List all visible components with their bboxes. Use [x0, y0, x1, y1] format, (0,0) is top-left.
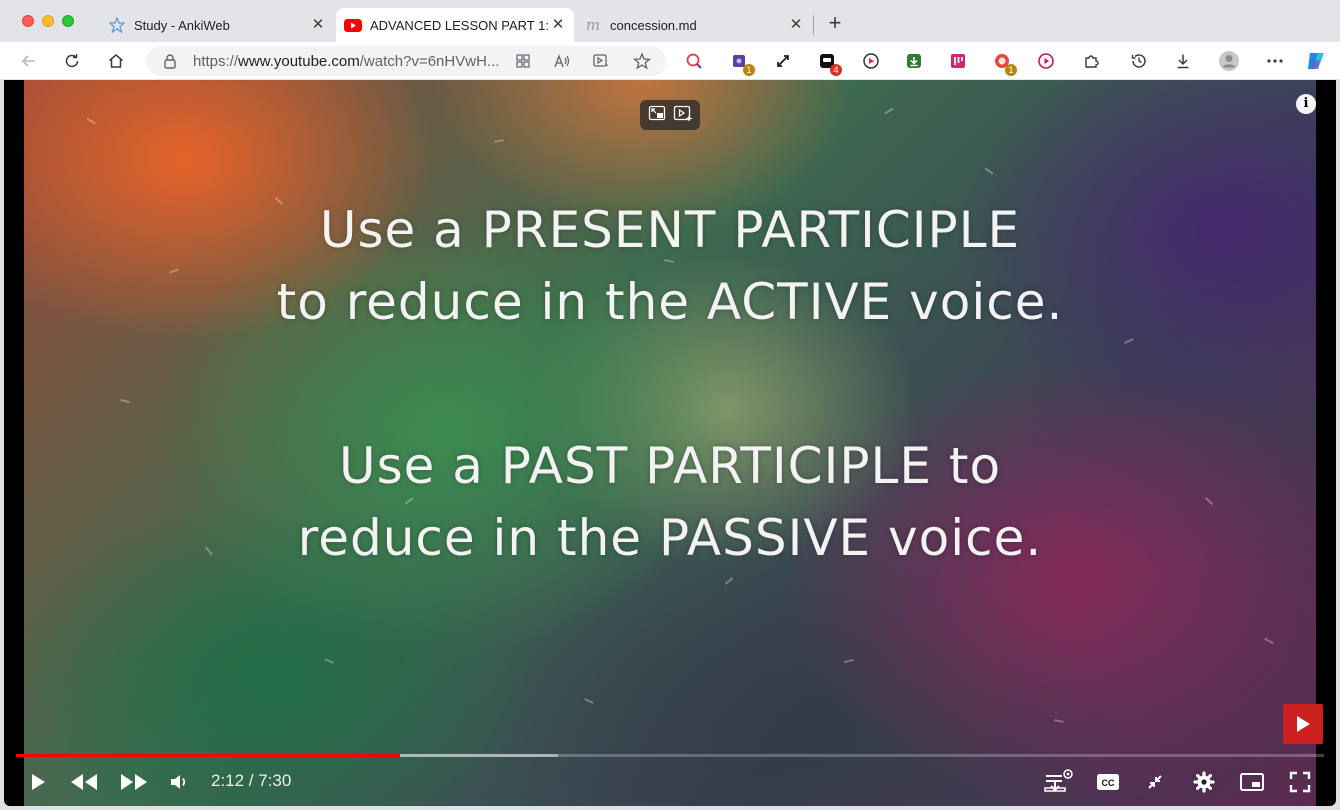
tab-concession-md[interactable]: m concession.md ✕	[576, 8, 812, 42]
tab-title: Study - AnkiWeb	[134, 17, 230, 33]
video-info-icon[interactable]: i	[1296, 94, 1316, 114]
new-tab-button[interactable]: +	[824, 12, 846, 35]
fullscreen-icon[interactable]	[1282, 764, 1318, 800]
autoplay-settings-icon[interactable]	[1040, 764, 1076, 800]
history-icon[interactable]	[1128, 50, 1150, 72]
seek-back-icon[interactable]	[66, 764, 102, 800]
tab-separator	[813, 15, 814, 35]
seek-forward-icon[interactable]	[116, 764, 152, 800]
address-bar[interactable]: https://www.youtube.com/watch?v=6nHVwH..…	[146, 46, 666, 76]
extensions-puzzle-icon[interactable]	[1080, 50, 1102, 72]
back-arrow-icon[interactable]	[16, 48, 42, 74]
play-icon[interactable]	[20, 764, 56, 800]
puzzle-extension-icon[interactable]: 1	[729, 50, 755, 76]
circle-extension-icon[interactable]: 1	[991, 50, 1017, 76]
settings-gear-icon[interactable]	[1186, 764, 1222, 800]
media-sparkle-icon[interactable]	[590, 50, 612, 72]
tab-ankiweb[interactable]: Study - AnkiWeb ✕	[100, 8, 334, 42]
miniplayer-icon[interactable]	[1234, 764, 1270, 800]
favorite-star-icon[interactable]	[631, 50, 653, 72]
video-caption-active: Use a PRESENT PARTICIPLE to reduce in th…	[4, 194, 1336, 338]
extension-badge: 1	[743, 64, 755, 76]
play-extension-icon[interactable]	[1035, 50, 1057, 72]
caption-line: reduce in the PASSIVE voice.	[297, 509, 1043, 567]
youtube-icon	[344, 16, 362, 34]
url-text[interactable]: https://www.youtube.com/watch?v=6nHVwH..…	[193, 53, 499, 70]
video-sparkle-icon[interactable]	[673, 105, 693, 126]
extension-badge: 1	[1005, 64, 1017, 76]
closed-captions-icon[interactable]: CC	[1090, 764, 1126, 800]
progress-bar[interactable]	[16, 754, 1324, 757]
browser-toolbar: https://www.youtube.com/watch?v=6nHVwH..…	[0, 42, 1340, 80]
read-aloud-icon[interactable]	[551, 50, 573, 72]
player-controls: 2:12 / 7:30 CC	[4, 762, 1336, 802]
tab-close-icon[interactable]: ✕	[310, 16, 326, 33]
tab-youtube-lesson[interactable]: ADVANCED LESSON PART 1: H ✕	[336, 8, 574, 42]
home-icon[interactable]	[103, 48, 129, 74]
window-zoom-button[interactable]	[62, 15, 74, 27]
reload-icon[interactable]	[59, 48, 85, 74]
dark-extension-icon[interactable]: 4	[816, 50, 842, 76]
window-close-button[interactable]	[22, 15, 34, 27]
caption-line: Use a PAST PARTICIPLE to	[338, 437, 1002, 495]
magnifier-extension-icon[interactable]	[683, 50, 705, 72]
time-display: 2:12 / 7:30	[211, 771, 292, 790]
record-extension-icon[interactable]	[860, 50, 882, 72]
caption-line: to reduce in the ACTIVE voice.	[276, 273, 1064, 331]
volume-icon[interactable]	[162, 764, 198, 800]
columns-extension-icon[interactable]	[947, 50, 969, 72]
svg-text:CC: CC	[1102, 778, 1115, 788]
download-extension-icon[interactable]	[903, 50, 925, 72]
downloads-icon[interactable]	[1172, 50, 1194, 72]
copilot-icon[interactable]	[1305, 50, 1327, 72]
video-player[interactable]: Use a PRESENT PARTICIPLE to reduce in th…	[4, 80, 1336, 806]
caption-line: Use a PRESENT PARTICIPLE	[319, 201, 1021, 259]
more-menu-icon[interactable]	[1264, 50, 1286, 72]
tab-title: ADVANCED LESSON PART 1: H	[370, 17, 550, 33]
miniplayer-collapse-icon[interactable]	[1137, 764, 1173, 800]
tab-close-icon[interactable]: ✕	[788, 16, 804, 33]
extension-badge: 4	[830, 64, 842, 76]
video-overlay-toolbar	[640, 100, 700, 130]
window-minimize-button[interactable]	[42, 15, 54, 27]
tab-title: concession.md	[610, 17, 697, 33]
arrows-extension-icon[interactable]	[772, 50, 794, 72]
picture-in-picture-icon[interactable]	[648, 105, 666, 126]
lock-icon[interactable]	[159, 50, 181, 72]
tab-close-icon[interactable]: ✕	[550, 16, 566, 33]
video-caption-passive: Use a PAST PARTICIPLE to reduce in the P…	[4, 430, 1336, 574]
progress-played	[16, 754, 400, 757]
apps-grid-icon[interactable]	[512, 50, 534, 72]
youtube-watermark-icon[interactable]	[1283, 704, 1323, 744]
profile-avatar-icon[interactable]	[1218, 50, 1240, 72]
markdown-m-icon: m	[585, 16, 601, 34]
anki-star-icon	[108, 16, 126, 34]
tab-strip: Study - AnkiWeb ✕ ADVANCED LESSON PART 1…	[0, 0, 1340, 44]
